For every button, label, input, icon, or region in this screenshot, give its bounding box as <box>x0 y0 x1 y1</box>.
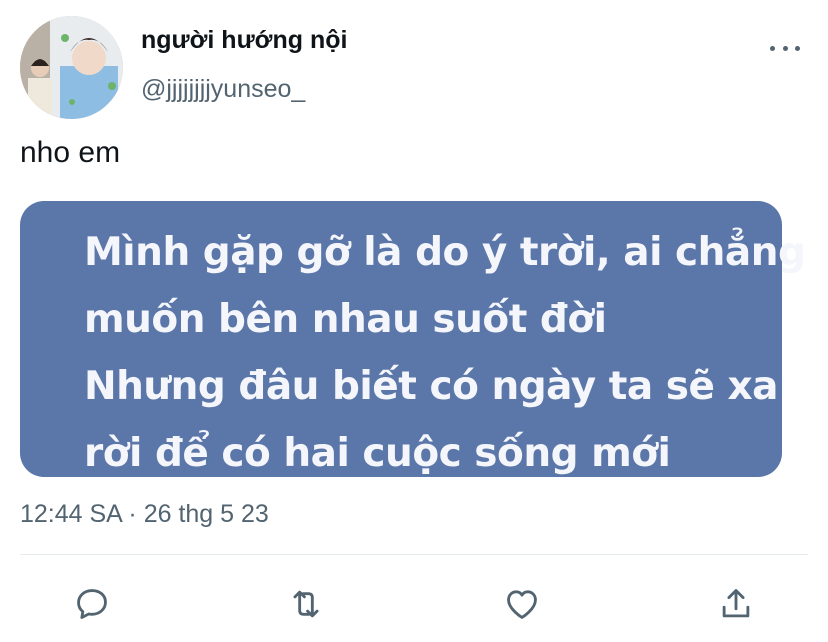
tweet-text: nho em <box>20 136 121 169</box>
user-handle[interactable]: @jjjjjjjjyunseo_ <box>141 75 305 104</box>
like-button[interactable] <box>500 582 544 626</box>
avatar[interactable] <box>20 16 123 119</box>
reply-button[interactable] <box>70 582 114 626</box>
retweet-button[interactable] <box>284 582 328 626</box>
tweet-timestamp[interactable]: 12:44 SA · 26 thg 5 23 <box>20 500 269 529</box>
reply-icon <box>77 589 107 619</box>
profile-photo <box>20 16 123 119</box>
quote-card: Mình gặp gỡ là do ý trời, ai chẳng muốn … <box>20 201 806 477</box>
card-line: Nhưng đâu biết có ngày ta sẽ xa <box>84 364 779 409</box>
share-icon <box>722 589 750 618</box>
heart-icon <box>507 590 537 619</box>
divider <box>20 554 808 555</box>
card-line: Mình gặp gỡ là do ý trời, ai chẳng <box>84 230 806 275</box>
tweet-header: người hướng nội @jjjjjjjjyunseo_ <box>20 16 810 120</box>
dot <box>782 45 788 51</box>
card-line: rời để có hai cuộc sống mới <box>84 431 671 476</box>
dot <box>770 45 775 51</box>
more-options-icon[interactable] <box>770 42 800 54</box>
display-name[interactable]: người hướng nội <box>141 26 347 55</box>
retweet-icon <box>293 590 319 618</box>
share-button[interactable] <box>714 582 758 626</box>
dot <box>795 45 800 51</box>
card-line: muốn bên nhau suốt đời <box>84 297 607 342</box>
action-bar <box>0 582 828 626</box>
